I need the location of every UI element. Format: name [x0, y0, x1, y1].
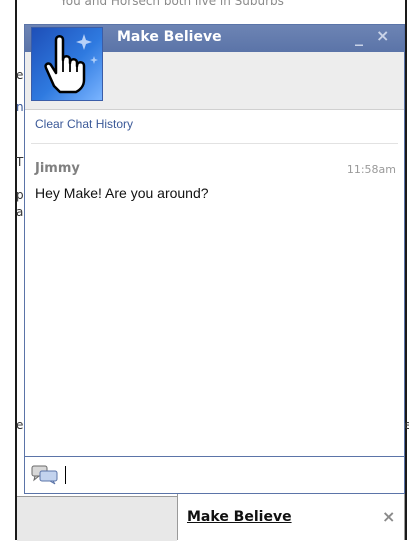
- hand-pointer-icon: [44, 34, 98, 94]
- message-text: Hey Make! Are you around?: [35, 185, 209, 201]
- background-page-text: You and Horsech both live in Suburbs: [60, 0, 284, 8]
- minimize-button[interactable]: _: [355, 27, 363, 46]
- idle-moon-icon: [316, 511, 326, 530]
- chat-input-area: [25, 456, 404, 493]
- divider: [31, 143, 398, 144]
- chat-title[interactable]: Make Believe: [117, 29, 222, 45]
- chat-bubbles-icon: [31, 465, 59, 489]
- message-sender[interactable]: Jimmy: [35, 161, 80, 176]
- clear-chat-history-link[interactable]: Clear Chat History: [35, 117, 133, 131]
- message-timestamp: 11:58am: [346, 163, 396, 176]
- chat-dock-bar: [17, 496, 177, 541]
- dock-tab-name[interactable]: Make Believe: [187, 509, 292, 525]
- chat-window: Make Believe _ × Clear Chat History Jimm…: [24, 24, 405, 494]
- dock-close-button[interactable]: ×: [382, 507, 395, 526]
- message-input[interactable]: [65, 466, 396, 484]
- close-button[interactable]: ×: [376, 26, 389, 45]
- avatar[interactable]: [31, 27, 103, 101]
- chat-dock-tab[interactable]: Make Believe ×: [177, 494, 405, 540]
